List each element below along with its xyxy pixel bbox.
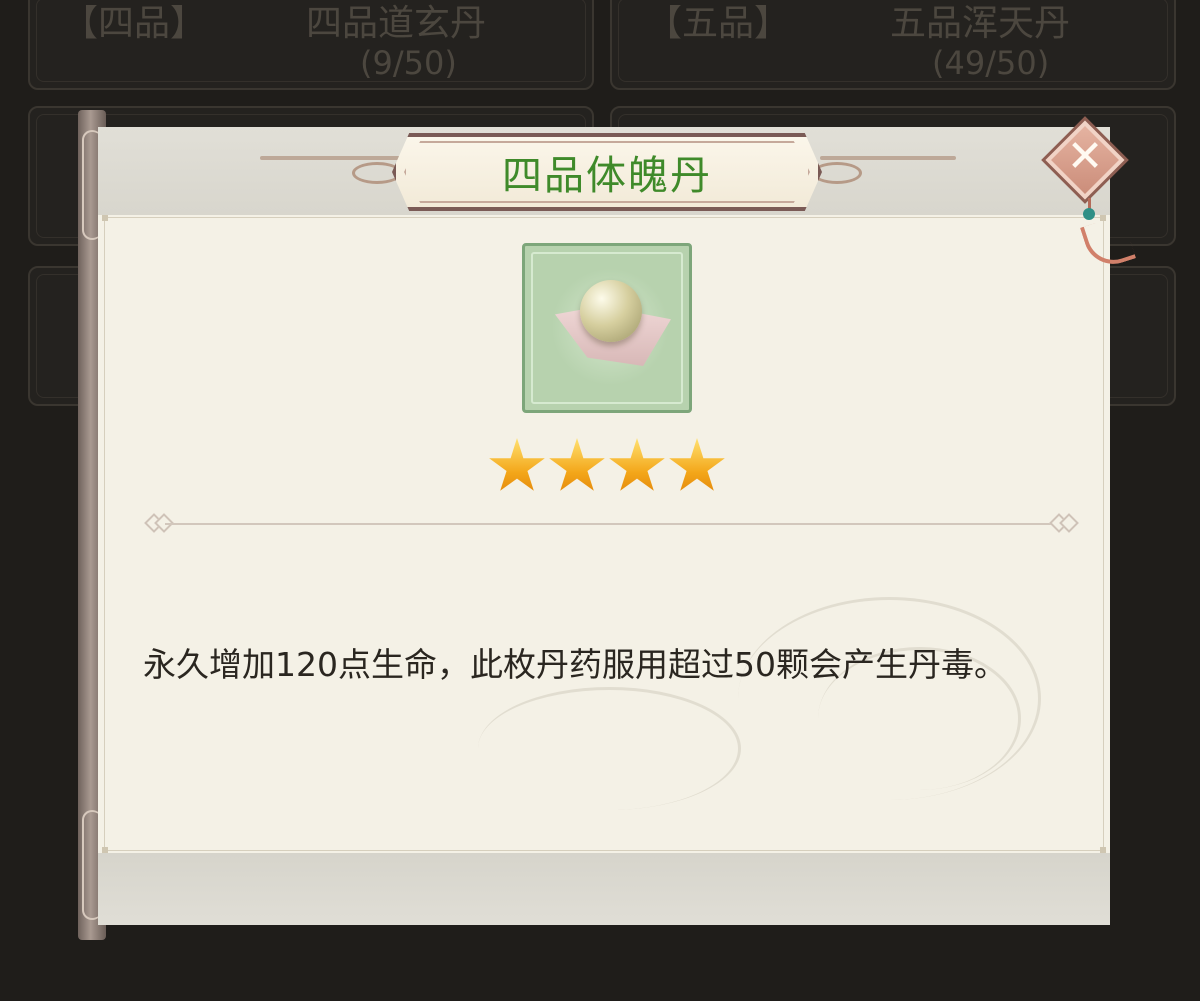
close-x-icon: ✕: [1066, 131, 1104, 182]
pill-icon: [580, 280, 642, 342]
item-icon-frame: [522, 243, 692, 413]
bg-item-name: 五品浑天丹: [890, 3, 1071, 44]
tassel-bead: [1083, 208, 1095, 220]
bg-item-name: 四品道玄丹: [306, 3, 487, 44]
bg-grade-label: 【四品】: [62, 3, 207, 44]
title-ornament-left: [260, 156, 400, 160]
item-description: 永久增加120点生命，此枚丹药服用超过50颗会产生丹毒。: [143, 645, 1007, 684]
title-ornament-right: [820, 156, 956, 160]
star-icon: [669, 438, 725, 491]
bg-item-count: (9/50): [360, 44, 457, 82]
star-icon: [549, 438, 605, 491]
star-icon: [489, 438, 545, 491]
bg-grade-label: 【五品】: [646, 3, 791, 44]
divider-line: [165, 523, 1055, 525]
dialog-title: 四品体魄丹: [502, 153, 712, 199]
star-rating: [488, 438, 728, 498]
star-icon: [609, 438, 665, 491]
close-button[interactable]: ✕: [1041, 116, 1129, 204]
dialog-footer-band: [98, 853, 1110, 925]
bg-item-count: (49/50): [932, 44, 1050, 82]
